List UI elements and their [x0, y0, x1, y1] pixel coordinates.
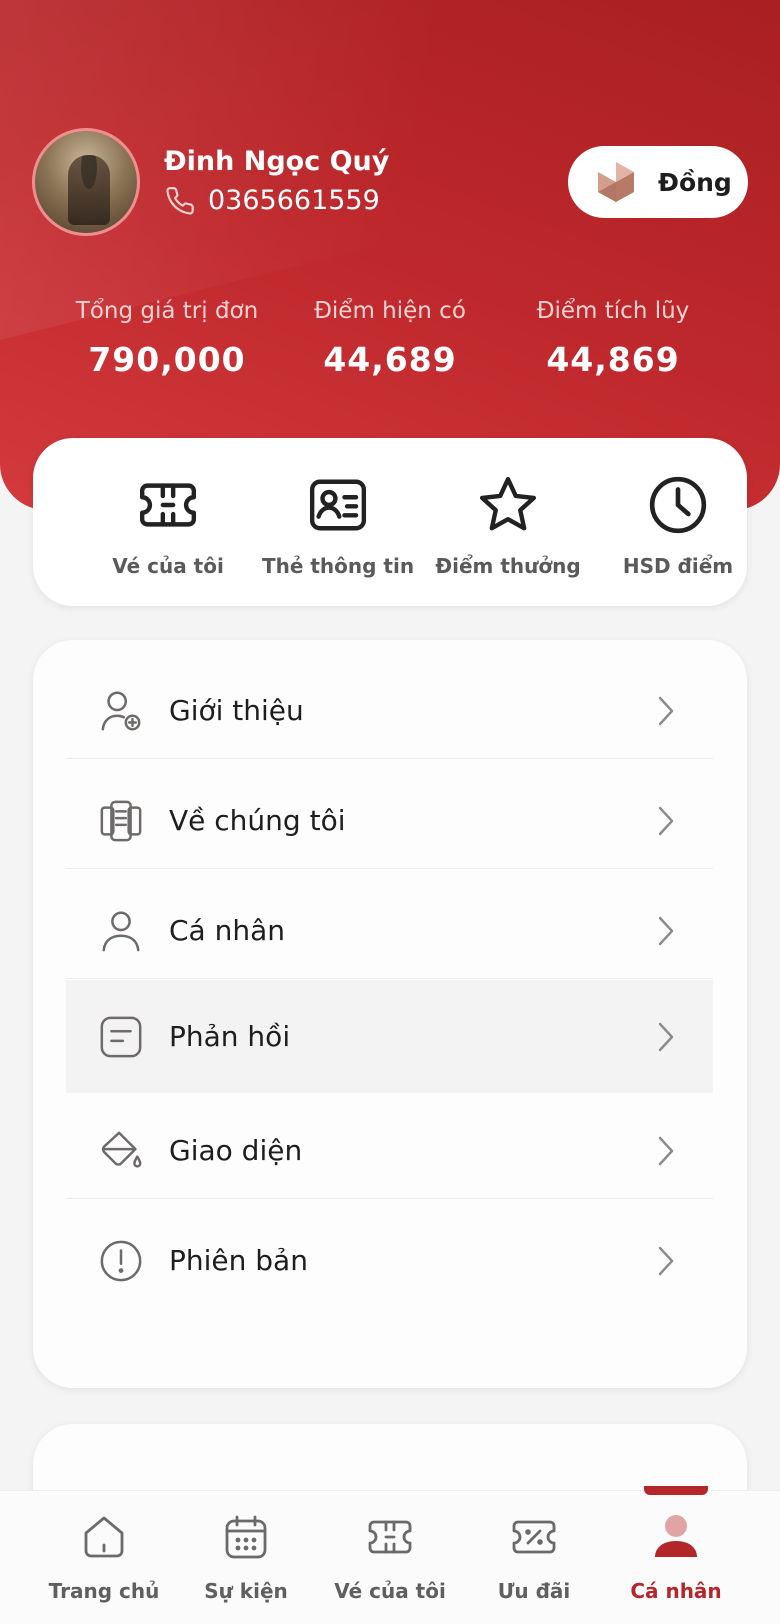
chevron-right-icon — [658, 1022, 674, 1051]
quick-action-label: Điểm thưởng — [435, 554, 581, 578]
quick-action-reward-points[interactable]: Điểm thưởng — [423, 474, 593, 578]
stat-label: Điểm hiện có — [314, 298, 466, 324]
active-tab-indicator — [644, 1486, 708, 1495]
star-icon — [479, 476, 537, 531]
quick-action-points-expiry[interactable]: HSD điểm — [593, 474, 763, 578]
chevron-right-icon — [658, 806, 674, 835]
chevron-right-icon — [658, 1136, 674, 1165]
phone-row: 0365661559 — [164, 184, 380, 216]
divider — [66, 758, 713, 759]
stat-current-points: Điểm hiện có 44,689 — [270, 298, 510, 379]
quick-action-info-card[interactable]: Thẻ thông tin — [253, 474, 423, 578]
divider — [66, 868, 713, 869]
stats-row: Tổng giá trị đơn 790,000 Điểm hiện có 44… — [0, 298, 780, 388]
divider — [66, 978, 713, 979]
avatar-photo — [68, 155, 110, 225]
avatar[interactable] — [32, 128, 140, 236]
profile-header: Đinh Ngọc Quý 0365661559 Đồng Tổng giá t… — [0, 0, 780, 510]
user-name: Đinh Ngọc Quý — [164, 146, 390, 177]
menu-item-label: Giới thiệu — [169, 694, 304, 727]
home-icon — [84, 1516, 124, 1558]
quick-action-my-tickets[interactable]: Vé của tôi — [83, 474, 253, 578]
tier-badge[interactable]: Đồng — [568, 146, 748, 218]
quick-action-label: Vé của tôi — [112, 554, 224, 578]
id-card-icon — [309, 479, 367, 531]
settings-menu-card: Giới thiệu Về chúng tôi Cá nhân Phản hồi — [33, 640, 747, 1388]
quick-actions-card: Vé của tôi Thẻ thông tin Điểm thưởng HSD… — [33, 438, 747, 606]
tab-events[interactable]: Sự kiện — [168, 1513, 324, 1603]
calendar-icon — [225, 1515, 267, 1559]
menu-item-personal[interactable]: Cá nhân — [66, 874, 713, 987]
chevron-right-icon — [658, 696, 674, 725]
info-icon — [100, 1240, 142, 1281]
chevron-right-icon — [658, 1246, 674, 1275]
user-add-icon — [101, 691, 141, 730]
tab-label: Cá nhân — [630, 1579, 722, 1603]
stat-accumulated-points: Điểm tích lũy 44,869 — [493, 298, 733, 379]
menu-item-introduction[interactable]: Giới thiệu — [66, 654, 713, 767]
tier-label: Đồng — [658, 167, 732, 197]
quick-action-label: HSD điểm — [622, 554, 734, 578]
bronze-tier-icon — [598, 162, 634, 202]
paint-bucket-icon — [101, 1131, 142, 1168]
profile-icon — [655, 1515, 697, 1557]
stat-total-order: Tổng giá trị đơn 790,000 — [47, 298, 287, 379]
menu-item-label: Cá nhân — [169, 914, 286, 947]
menu-item-version[interactable]: Phiên bản — [66, 1204, 713, 1317]
tab-offers[interactable]: Ưu đãi — [456, 1513, 612, 1603]
phone-number: 0365661559 — [208, 184, 380, 216]
stat-value: 44,689 — [323, 340, 457, 379]
tab-label: Trang chủ — [48, 1579, 160, 1603]
feedback-icon — [100, 1016, 142, 1057]
menu-item-label: Phiên bản — [169, 1244, 308, 1277]
tab-home[interactable]: Trang chủ — [26, 1513, 182, 1603]
ticket-icon — [139, 483, 197, 527]
menu-item-about-us[interactable]: Về chúng tôi — [66, 764, 713, 877]
chevron-right-icon — [658, 916, 674, 945]
menu-item-label: Phản hồi — [169, 1020, 291, 1053]
menu-item-label: Về chúng tôi — [169, 804, 346, 837]
menu-item-label: Giao diện — [169, 1134, 303, 1167]
discount-icon — [512, 1520, 556, 1554]
clock-icon — [649, 476, 707, 534]
tab-label: Sự kiện — [204, 1579, 288, 1603]
tab-label: Ưu đãi — [497, 1579, 571, 1603]
bottom-tab-bar: Trang chủ Sự kiện Vé của tôi Ưu đãi Cá n… — [0, 1490, 780, 1624]
quick-action-label: Thẻ thông tin — [261, 554, 415, 578]
user-icon — [102, 911, 140, 951]
tab-label: Vé của tôi — [334, 1579, 446, 1603]
menu-item-feedback[interactable]: Phản hồi — [66, 980, 713, 1093]
stat-label: Điểm tích lũy — [536, 298, 690, 324]
divider — [66, 1198, 713, 1199]
tab-personal[interactable]: Cá nhân — [598, 1513, 754, 1603]
stat-label: Tổng giá trị đơn — [75, 298, 259, 324]
phone-icon — [166, 187, 194, 215]
stat-value: 790,000 — [88, 340, 246, 379]
about-icon — [100, 800, 142, 841]
ticket-icon — [368, 1520, 412, 1554]
menu-item-appearance[interactable]: Giao diện — [66, 1094, 713, 1207]
stat-value: 44,869 — [546, 340, 680, 379]
tab-my-tickets[interactable]: Vé của tôi — [312, 1513, 468, 1603]
